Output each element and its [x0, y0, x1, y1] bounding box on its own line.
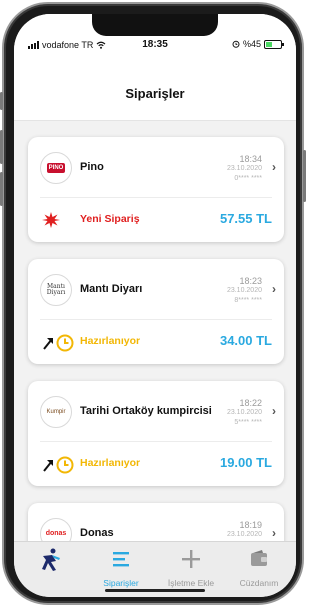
- status-right: %45: [232, 39, 284, 49]
- tab-label: İşletme Ekle: [167, 578, 215, 588]
- restaurant-name: Tarihi Ortaköy kumpircisi: [80, 405, 212, 417]
- order-card-header[interactable]: donas Donas 18:19 23.10.2020 ›: [28, 503, 284, 541]
- restaurant-logo: PINO: [40, 152, 72, 184]
- order-time: 18:19: [239, 520, 262, 530]
- chevron-right-icon[interactable]: ›: [272, 404, 276, 418]
- order-card[interactable]: Mantı Diyarı Mantı Diyarı 18:23 23.10.20…: [28, 259, 284, 364]
- order-masked-id: 0**** ****: [234, 175, 262, 182]
- order-meta: 18:23 23.10.2020 8**** ****: [227, 276, 262, 306]
- tab-label: Cüzdanım: [239, 578, 279, 588]
- order-meta: 18:34 23.10.2020 0**** ****: [227, 154, 262, 184]
- order-card-header[interactable]: Mantı Diyarı Mantı Diyarı 18:23 23.10.20…: [28, 259, 284, 319]
- runner-icon: [42, 548, 60, 571]
- restaurant-logo: donas: [40, 518, 72, 541]
- order-status: Hazırlanıyor: [80, 457, 141, 469]
- order-date: 23.10.2020: [226, 531, 262, 538]
- order-card-footer: Hazırlanıyor 19.00 TL: [28, 442, 284, 486]
- restaurant-name: Donas: [80, 527, 114, 539]
- order-status: Hazırlanıyor: [80, 335, 141, 347]
- wallet-icon: [251, 550, 267, 566]
- volume-up-button: [0, 130, 3, 164]
- battery-icon: [264, 39, 284, 49]
- order-card-footer: Yeni Sipariş 57.55 TL: [28, 198, 284, 242]
- notch: [92, 14, 218, 36]
- page-title: Siparişler: [125, 86, 185, 101]
- order-card-header[interactable]: Kumpir Tarihi Ortaköy kumpircisi 18:22 2…: [28, 381, 284, 441]
- order-time: 18:34: [239, 154, 262, 164]
- order-price: 19.00 TL: [219, 455, 272, 470]
- order-time: 18:23: [239, 276, 262, 286]
- order-time: 18:22: [239, 398, 262, 408]
- chevron-right-icon[interactable]: ›: [272, 160, 276, 174]
- order-meta: 18:19 23.10.2020: [227, 520, 262, 540]
- alarm-icon: [232, 40, 240, 48]
- order-price: 34.00 TL: [219, 333, 272, 348]
- order-masked-id: 5**** ****: [234, 419, 262, 426]
- order-price: 57.55 TL: [219, 211, 272, 226]
- page-header: Siparişler: [14, 48, 296, 121]
- preparing-icon: [43, 456, 74, 474]
- chevron-right-icon[interactable]: ›: [272, 526, 276, 540]
- order-card-header[interactable]: PINO Pino 18:34 23.10.2020 0**** **** ›: [28, 137, 284, 197]
- screen: vodafone TR 18:35 %45 Siparişler PINO Pi…: [14, 14, 296, 597]
- restaurant-logo: Mantı Diyarı: [40, 274, 72, 306]
- order-card-footer: Hazırlanıyor 34.00 TL: [28, 320, 284, 364]
- preparing-icon: [43, 334, 74, 352]
- power-button: [303, 150, 306, 202]
- restaurant-name: Mantı Diyarı: [80, 283, 143, 295]
- silent-switch: [0, 92, 3, 110]
- home-indicator[interactable]: [105, 589, 205, 592]
- tab-home[interactable]: [16, 548, 86, 580]
- order-masked-id: 8**** ****: [234, 297, 262, 304]
- tab-add-business[interactable]: İşletme Ekle: [156, 548, 226, 588]
- restaurant-name: Pino: [80, 161, 104, 173]
- restaurant-logo: Kumpir: [40, 396, 72, 428]
- order-card[interactable]: donas Donas 18:19 23.10.2020 ›: [28, 503, 284, 541]
- plus-icon: [182, 550, 200, 568]
- order-meta: 18:22 23.10.2020 5**** ****: [227, 398, 262, 428]
- order-card[interactable]: PINO Pino 18:34 23.10.2020 0**** **** ›: [28, 137, 284, 242]
- order-date: 23.10.2020: [226, 409, 262, 416]
- volume-down-button: [0, 172, 3, 206]
- order-card[interactable]: Kumpir Tarihi Ortaköy kumpircisi 18:22 2…: [28, 381, 284, 486]
- order-date: 23.10.2020: [226, 287, 262, 294]
- tab-label: Siparişler: [103, 578, 139, 588]
- tab-wallet[interactable]: Cüzdanım: [224, 548, 294, 588]
- new-order-icon: [42, 212, 60, 228]
- order-date: 23.10.2020: [226, 165, 262, 172]
- battery-percent: %45: [242, 39, 261, 49]
- order-status: Yeni Sipariş: [80, 213, 140, 225]
- menu-icon: [113, 552, 129, 567]
- tab-orders[interactable]: Siparişler: [86, 548, 156, 588]
- chevron-right-icon[interactable]: ›: [272, 282, 276, 296]
- orders-list[interactable]: PINO Pino 18:34 23.10.2020 0**** **** ›: [14, 121, 296, 541]
- phone-frame: vodafone TR 18:35 %45 Siparişler PINO Pi…: [2, 2, 304, 605]
